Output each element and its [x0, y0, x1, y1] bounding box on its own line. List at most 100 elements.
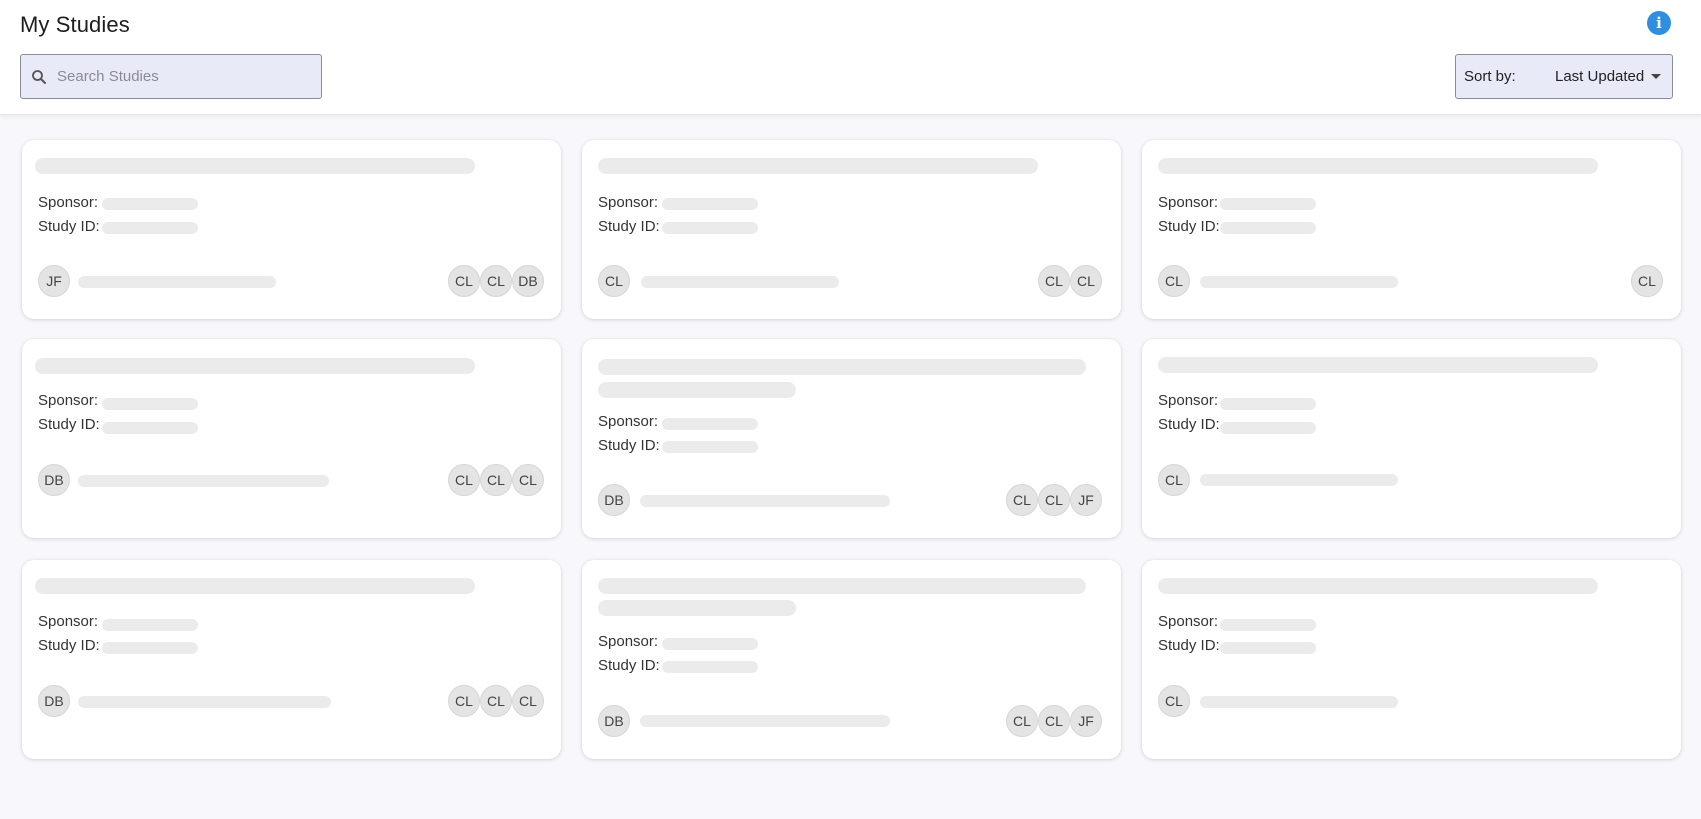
title-skeleton [35, 158, 475, 174]
sponsor-skeleton [102, 198, 198, 210]
sort-dropdown[interactable]: Sort by: Last Updated [1455, 54, 1673, 99]
sponsor-label: Sponsor: [38, 392, 99, 409]
study-card[interactable]: Sponsor: Study ID: DB CL CL JF [582, 339, 1121, 538]
owner-avatar: CL [1158, 685, 1190, 717]
sponsor-label: Sponsor: [38, 613, 99, 630]
owner-avatar: DB [598, 484, 630, 516]
sponsor-skeleton [102, 619, 198, 631]
study-card[interactable]: Sponsor: Study ID: JF CL CL DB [22, 140, 561, 319]
owner-name-skeleton [640, 715, 890, 727]
study-id-skeleton [1220, 222, 1316, 234]
sort-value: Last Updated [1555, 68, 1645, 85]
study-id-label: Study ID: [1158, 218, 1220, 235]
sponsor-label: Sponsor: [1158, 392, 1219, 409]
sponsor-skeleton [1220, 619, 1316, 631]
study-id-label: Study ID: [598, 657, 660, 674]
search-box[interactable] [20, 54, 322, 99]
sponsor-skeleton [102, 398, 198, 410]
sort-label: Sort by: [1464, 68, 1516, 85]
sponsor-label: Sponsor: [38, 194, 99, 211]
member-avatar: CL [1006, 484, 1038, 516]
study-card[interactable]: Sponsor: Study ID: CL CL [1142, 140, 1681, 319]
owner-avatar: JF [38, 265, 70, 297]
sponsor-skeleton [662, 638, 758, 650]
title-skeleton [1158, 158, 1598, 174]
study-id-label: Study ID: [38, 218, 100, 235]
search-input[interactable] [57, 68, 297, 85]
owner-avatar: DB [38, 464, 70, 496]
title-skeleton [35, 578, 475, 594]
title-skeleton-line-1 [598, 359, 1086, 375]
study-card[interactable]: Sponsor: Study ID: DB CL CL JF [582, 560, 1121, 759]
owner-avatar: CL [598, 265, 630, 297]
study-card[interactable]: Sponsor: Study ID: CL [1142, 560, 1681, 759]
member-avatar: CL [1070, 265, 1102, 297]
owner-name-skeleton [78, 696, 331, 708]
study-id-label: Study ID: [38, 416, 100, 433]
member-avatar: CL [480, 265, 512, 297]
sponsor-label: Sponsor: [1158, 194, 1219, 211]
title-skeleton-line-1 [598, 578, 1086, 594]
member-avatar: CL [1006, 705, 1038, 737]
title-skeleton-line-2 [598, 600, 796, 616]
owner-name-skeleton [641, 276, 839, 288]
owner-name-skeleton [1200, 474, 1398, 486]
info-icon[interactable]: i [1647, 11, 1671, 35]
owner-avatar: DB [598, 705, 630, 737]
sponsor-label: Sponsor: [598, 413, 659, 430]
study-id-skeleton [662, 441, 758, 453]
study-id-skeleton [102, 422, 198, 434]
member-avatar: CL [1631, 265, 1663, 297]
member-avatar: CL [1038, 484, 1070, 516]
owner-name-skeleton [640, 495, 890, 507]
owner-name-skeleton [1200, 696, 1398, 708]
study-card[interactable]: Sponsor: Study ID: DB CL CL CL [22, 339, 561, 538]
owner-name-skeleton [1200, 276, 1398, 288]
owner-avatar: CL [1158, 265, 1190, 297]
sponsor-label: Sponsor: [1158, 613, 1219, 630]
sponsor-label: Sponsor: [598, 633, 659, 650]
sponsor-skeleton [1220, 398, 1316, 410]
member-avatar: CL [448, 685, 480, 717]
study-id-label: Study ID: [38, 637, 100, 654]
member-avatar: CL [480, 464, 512, 496]
owner-name-skeleton [78, 475, 329, 487]
study-id-label: Study ID: [598, 437, 660, 454]
study-id-label: Study ID: [1158, 637, 1220, 654]
chevron-down-icon [1651, 74, 1661, 79]
member-avatar: JF [1070, 705, 1102, 737]
study-id-skeleton [1220, 642, 1316, 654]
study-id-label: Study ID: [598, 218, 660, 235]
member-avatar: DB [512, 265, 544, 297]
owner-avatar: DB [38, 685, 70, 717]
member-avatar: CL [512, 685, 544, 717]
member-avatar: CL [1038, 705, 1070, 737]
study-card[interactable]: Sponsor: Study ID: CL [1142, 339, 1681, 538]
title-skeleton [598, 158, 1038, 174]
study-card[interactable]: Sponsor: Study ID: DB CL CL CL [22, 560, 561, 759]
member-avatar: CL [480, 685, 512, 717]
member-avatar: CL [512, 464, 544, 496]
study-id-skeleton [102, 642, 198, 654]
owner-name-skeleton [78, 276, 276, 288]
study-id-label: Study ID: [1158, 416, 1220, 433]
title-skeleton [1158, 578, 1598, 594]
title-skeleton-line-2 [598, 382, 796, 398]
study-card[interactable]: Sponsor: Study ID: CL CL CL [582, 140, 1121, 319]
member-avatar: JF [1070, 484, 1102, 516]
study-id-skeleton [662, 661, 758, 673]
member-avatar: CL [1038, 265, 1070, 297]
search-icon [32, 69, 46, 84]
member-avatar: CL [448, 265, 480, 297]
member-avatar: CL [448, 464, 480, 496]
page-title: My Studies [20, 12, 130, 37]
study-id-skeleton [102, 222, 198, 234]
sponsor-skeleton [1220, 198, 1316, 210]
sponsor-label: Sponsor: [598, 194, 659, 211]
study-id-skeleton [1220, 422, 1316, 434]
sponsor-skeleton [662, 198, 758, 210]
owner-avatar: CL [1158, 464, 1190, 496]
study-id-skeleton [662, 222, 758, 234]
sponsor-skeleton [662, 418, 758, 430]
title-skeleton [35, 358, 475, 374]
